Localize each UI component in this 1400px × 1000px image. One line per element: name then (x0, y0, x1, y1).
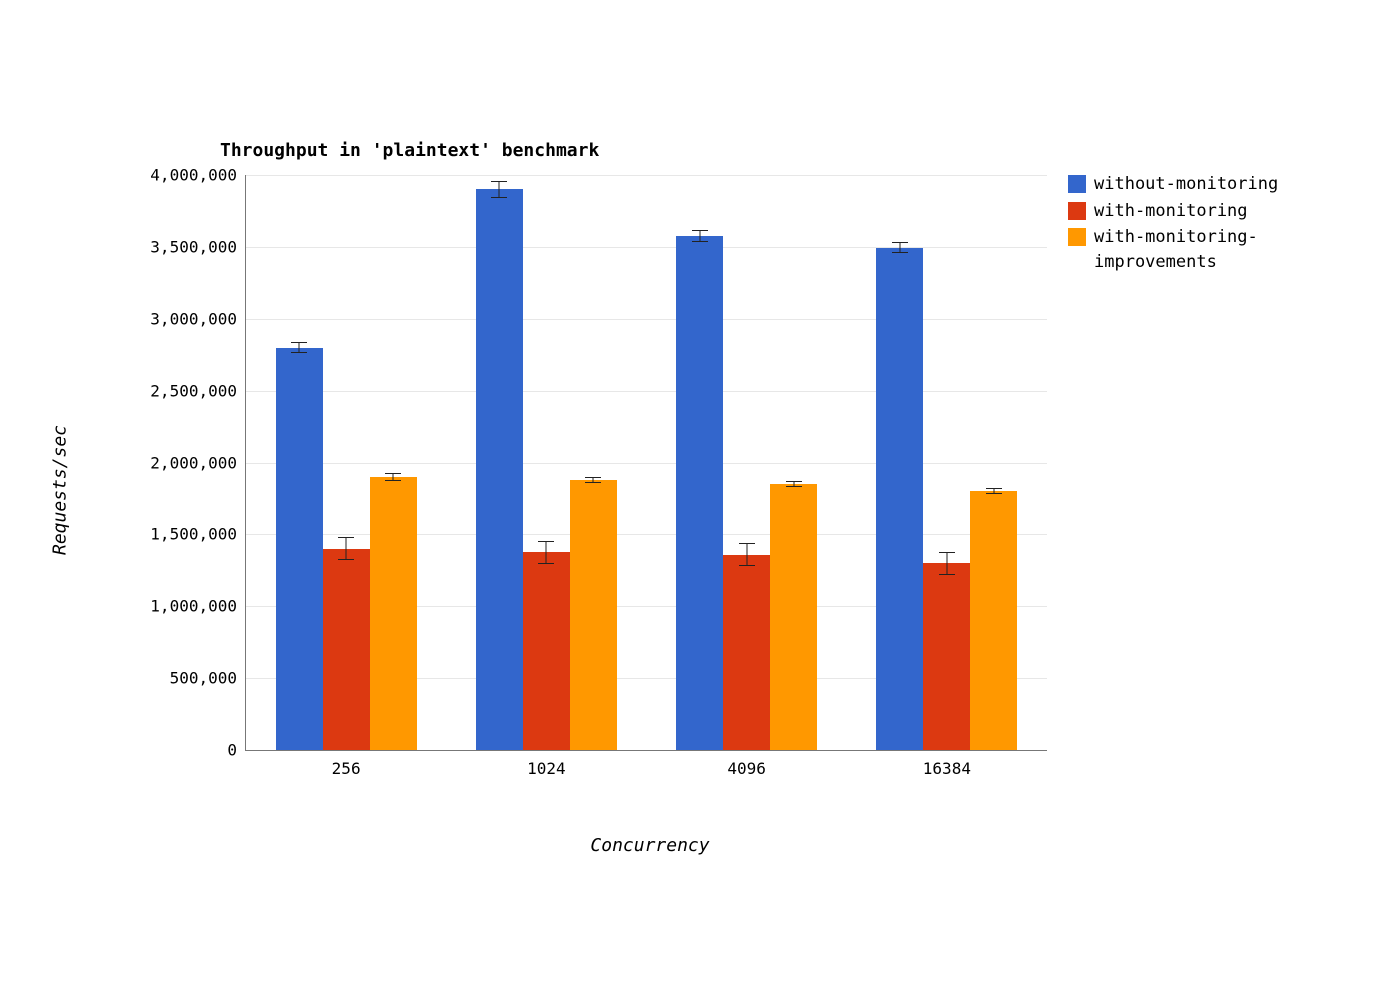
x-axis-label: Concurrency (590, 835, 709, 856)
y-tick-label: 1,500,000 (97, 525, 237, 544)
bar-without-monitoring (276, 348, 323, 751)
error-bar (892, 242, 908, 254)
y-tick-label: 2,500,000 (97, 381, 237, 400)
legend-item: with-monitoring (1068, 199, 1278, 224)
legend-swatch (1068, 228, 1086, 246)
x-tick-label: 16384 (923, 759, 971, 778)
legend-label: with-monitoring (1094, 199, 1248, 224)
gridline (246, 391, 1047, 392)
y-tick-label: 0 (97, 741, 237, 760)
bar-with-monitoring (523, 552, 570, 750)
y-tick-label: 500,000 (97, 669, 237, 688)
gridline (246, 247, 1047, 248)
bar-without-monitoring (476, 189, 523, 750)
error-bar (385, 473, 401, 482)
bar-without-monitoring (676, 236, 723, 750)
y-tick-label: 3,000,000 (97, 309, 237, 328)
bar-with-monitoring (323, 549, 370, 750)
chart-stage: Requests/sec Concurrency Throughput in '… (0, 0, 1400, 1000)
plot-area: 0500,0001,000,0001,500,0002,000,0002,500… (245, 175, 1047, 751)
y-tick-label: 3,500,000 (97, 237, 237, 256)
x-tick-label: 4096 (727, 759, 766, 778)
y-tick-label: 1,000,000 (97, 597, 237, 616)
bar-with-monitoring-improvements (370, 477, 417, 750)
error-bar (739, 543, 755, 566)
legend-swatch (1068, 175, 1086, 193)
y-axis-label: Requests/sec (50, 425, 71, 555)
bar-with-monitoring (923, 563, 970, 750)
error-bar (939, 552, 955, 575)
chart-title: Throughput in 'plaintext' benchmark (220, 140, 599, 161)
gridline (246, 319, 1047, 320)
error-bar (692, 230, 708, 242)
error-bar (786, 481, 802, 487)
gridline (246, 175, 1047, 176)
y-tick-label: 4,000,000 (97, 166, 237, 185)
error-bar (338, 537, 354, 560)
x-tick-label: 1024 (527, 759, 566, 778)
legend-item: with-monitoring-improvements (1068, 225, 1278, 274)
error-bar (491, 181, 507, 198)
legend-item: without-monitoring (1068, 172, 1278, 197)
bar-with-monitoring-improvements (570, 480, 617, 750)
error-bar (986, 488, 1002, 494)
gridline (246, 463, 1047, 464)
error-bar (538, 541, 554, 564)
error-bar (585, 477, 601, 483)
legend-swatch (1068, 202, 1086, 220)
legend-label: without-monitoring (1094, 172, 1278, 197)
bar-with-monitoring (723, 555, 770, 751)
error-bar (291, 342, 307, 354)
legend: without-monitoringwith-monitoringwith-mo… (1068, 172, 1278, 277)
bar-with-monitoring-improvements (970, 491, 1017, 750)
y-tick-label: 2,000,000 (97, 453, 237, 472)
x-tick-label: 256 (332, 759, 361, 778)
bar-without-monitoring (876, 248, 923, 750)
bar-with-monitoring-improvements (770, 484, 817, 750)
gridline (246, 534, 1047, 535)
legend-label: with-monitoring-improvements (1094, 225, 1258, 274)
